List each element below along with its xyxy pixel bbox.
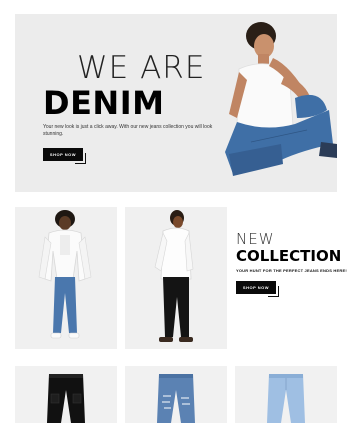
collection-title-line2: COLLECTION	[236, 247, 342, 265]
hero-title-line1: WE ARE	[77, 50, 206, 86]
collection-photo-woman[interactable]	[15, 207, 117, 349]
collection-shop-now-button[interactable]: SHOP NOW	[236, 281, 279, 297]
hero-model-image	[225, 22, 337, 176]
ripped-blue-jeans-image	[157, 374, 195, 423]
hero-banner: WE ARE DENIM Your new look is just a cli…	[15, 14, 337, 192]
collection-title-line1: NEW	[236, 230, 275, 248]
black-cargo-jeans-image	[47, 374, 85, 423]
woman-denim-jacket-image	[38, 210, 92, 339]
collection-photo-man[interactable]	[125, 207, 227, 349]
hero-description: Your new look is just a click away. With…	[43, 124, 213, 137]
collection-subtitle: YOUR HUNT FOR THE PERFECT JEANS ENDS HER…	[236, 268, 347, 273]
hero-shop-now-button[interactable]: SHOP NOW	[43, 148, 86, 164]
man-white-shirt-image	[154, 210, 194, 342]
product-card-ripped-jeans[interactable]	[125, 366, 227, 423]
hero-title-line2: DENIM	[43, 84, 165, 122]
product-card-light-jeans[interactable]	[235, 366, 337, 423]
light-blue-jeans-image	[267, 374, 305, 423]
product-card-black-jeans[interactable]	[15, 366, 117, 423]
